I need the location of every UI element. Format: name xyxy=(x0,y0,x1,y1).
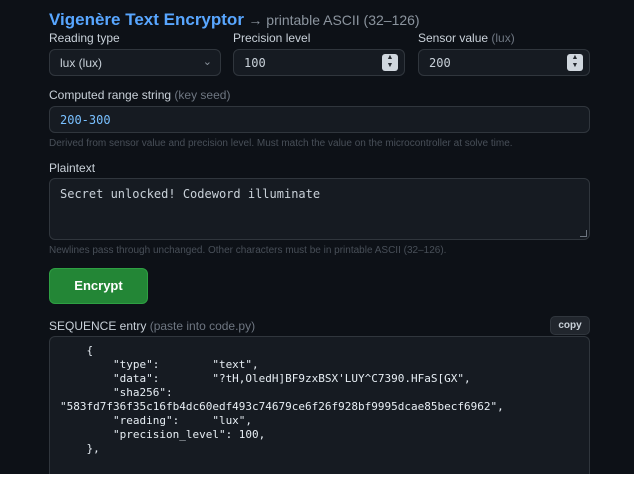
sensor-value-unit: (lux) xyxy=(491,31,515,45)
reading-type-value: lux (lux) xyxy=(60,56,103,70)
encrypt-button[interactable]: Encrypt xyxy=(49,268,148,304)
page-subtitle: → printable ASCII (32–126) xyxy=(248,12,420,28)
range-string-label: Computed range string (key seed) xyxy=(49,88,230,102)
sequence-label-text: SEQUENCE entry xyxy=(49,319,147,333)
chevron-down-icon: ⌄ xyxy=(202,56,212,68)
resize-handle-icon[interactable] xyxy=(580,230,587,237)
sensor-value-value: 200 xyxy=(429,56,451,70)
spinner-arrows-icon[interactable]: ▲ ▼ xyxy=(567,54,583,71)
page-header: Vigenère Text Encryptor → printable ASCI… xyxy=(49,10,420,30)
sequence-label: SEQUENCE entry (paste into code.py) xyxy=(49,319,255,333)
precision-level-label: Precision level xyxy=(233,31,311,45)
range-string-help: Derived from sensor value and precision … xyxy=(49,138,513,149)
app-window: Vigenère Text Encryptor → printable ASCI… xyxy=(0,0,634,474)
sensor-value-label: Sensor value (lux) xyxy=(418,31,515,45)
sequence-hint: (paste into code.py) xyxy=(149,319,256,333)
precision-level-input[interactable]: 100 ▲ ▼ xyxy=(233,49,405,76)
range-string-value: 200-300 xyxy=(60,113,111,127)
precision-level-value: 100 xyxy=(244,56,266,70)
plaintext-help: Newlines pass through unchanged. Other c… xyxy=(49,245,447,256)
copy-button[interactable]: copy xyxy=(550,316,590,335)
page-title: Vigenère Text Encryptor xyxy=(49,10,244,29)
reading-type-select[interactable]: lux (lux) ⌄ xyxy=(49,49,221,76)
range-string-label-text: Computed range string xyxy=(49,88,172,102)
sequence-output[interactable]: { "type": "text", "data": "?tH,OledH]BF9… xyxy=(49,336,590,474)
range-string-input[interactable]: 200-300 xyxy=(49,106,590,133)
sensor-value-label-text: Sensor value xyxy=(418,31,489,45)
sensor-value-input[interactable]: 200 ▲ ▼ xyxy=(418,49,590,76)
plaintext-label: Plaintext xyxy=(49,161,96,175)
plaintext-textarea[interactable]: Secret unlocked! Codeword illuminate xyxy=(49,178,590,240)
spinner-arrows-icon[interactable]: ▲ ▼ xyxy=(382,54,398,71)
plaintext-value: Secret unlocked! Codeword illuminate xyxy=(60,187,321,201)
sequence-code: { "type": "text", "data": "?tH,OledH]BF9… xyxy=(60,344,504,455)
range-string-hint: (key seed) xyxy=(174,88,231,102)
reading-type-label: Reading type xyxy=(49,31,120,45)
